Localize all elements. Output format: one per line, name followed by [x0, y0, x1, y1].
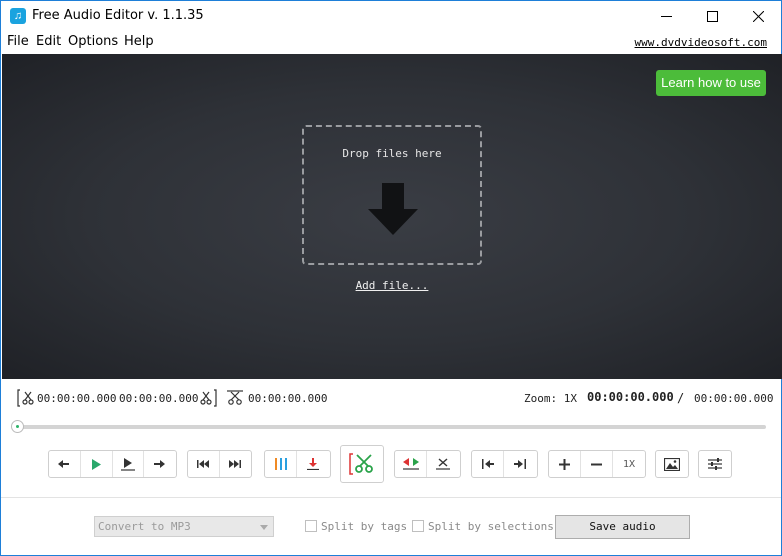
- sliders-icon: [708, 458, 722, 470]
- zoom-group: 1X: [548, 450, 646, 478]
- split-by-tags-checkbox[interactable]: [305, 520, 317, 532]
- edit-group: [394, 450, 461, 478]
- minus-icon: [591, 463, 602, 465]
- add-file-link[interactable]: Add file...: [2, 279, 782, 292]
- current-time: 00:00:00.000: [587, 390, 674, 404]
- insert-icon: [402, 458, 419, 470]
- jump-start-icon: [481, 459, 494, 469]
- plus-icon: [559, 458, 570, 470]
- settings-button[interactable]: [699, 451, 731, 477]
- drop-zone[interactable]: Drop files here: [302, 125, 482, 265]
- menu-edit[interactable]: Edit: [36, 34, 61, 49]
- go-to-start-button[interactable]: [188, 451, 220, 477]
- drop-area[interactable]: Learn how to use Drop files here Add fil…: [2, 54, 782, 379]
- position-slider-track[interactable]: [16, 425, 766, 429]
- total-time: 00:00:00.000: [694, 392, 774, 405]
- cover-art-button[interactable]: [656, 451, 688, 477]
- split-by-selections-label: Split by selections: [428, 520, 554, 533]
- jump-group: [471, 450, 538, 478]
- arrow-left-icon: [58, 460, 70, 468]
- insert-button[interactable]: [395, 451, 427, 477]
- close-button[interactable]: [735, 1, 781, 31]
- split-markers-button[interactable]: [265, 451, 297, 477]
- website-link[interactable]: www.dvdvideosoft.com: [635, 36, 767, 49]
- play-selection-button[interactable]: [113, 451, 145, 477]
- selection-end-icon[interactable]: [199, 389, 217, 407]
- time-row: 00:00:00.000 00:00:00.000 00:00:00.000 Z…: [1, 387, 781, 409]
- markers-icon: [274, 458, 287, 470]
- selection-length-time: 00:00:00.000: [248, 392, 328, 405]
- zoom-in-button[interactable]: [549, 451, 581, 477]
- maximize-button[interactable]: [689, 1, 735, 31]
- menu-help[interactable]: Help: [124, 34, 154, 49]
- down-arrow-icon: [368, 183, 418, 235]
- output-format-value: Convert to MP3: [98, 520, 191, 533]
- add-marker-button[interactable]: [297, 451, 329, 477]
- marker-group: [264, 450, 331, 478]
- selection-start-time[interactable]: 00:00:00.000: [37, 392, 116, 405]
- zoom-label: Zoom: 1X: [524, 392, 577, 405]
- menu-options[interactable]: Options: [68, 34, 118, 49]
- drop-files-label: Drop files here: [342, 147, 442, 160]
- split-by-tags-label: Split by tags: [321, 520, 408, 533]
- marker-down-icon: [307, 458, 319, 470]
- go-to-end-button[interactable]: [220, 451, 251, 477]
- zoom-out-button[interactable]: [581, 451, 613, 477]
- rewind-icon: [197, 460, 210, 468]
- selection-start-icon[interactable]: [17, 389, 35, 407]
- step-forward-button[interactable]: [144, 451, 176, 477]
- menu-bar: File Edit Options Help www.dvdvideosoft.…: [1, 32, 781, 53]
- split-by-selections-checkbox[interactable]: [412, 520, 424, 532]
- cover-art-group: [655, 450, 689, 478]
- app-window: ♫ Free Audio Editor v. 1.1.35 File Edit …: [0, 0, 782, 556]
- play-selection-icon: [120, 458, 135, 471]
- selection-end-time[interactable]: 00:00:00.000: [119, 392, 198, 405]
- zoom-reset-button[interactable]: 1X: [613, 451, 645, 477]
- minimize-button[interactable]: [643, 1, 689, 31]
- cut-button[interactable]: [340, 445, 384, 483]
- jump-end-button[interactable]: [504, 451, 536, 477]
- time-separator: /: [677, 391, 685, 405]
- learn-how-to-use-button[interactable]: Learn how to use: [656, 70, 766, 96]
- play-button[interactable]: [81, 451, 113, 477]
- zoom-reset-label: 1X: [622, 458, 636, 470]
- jump-end-icon: [514, 459, 526, 469]
- fast-forward-icon: [229, 460, 242, 468]
- selection-length-icon: [227, 390, 243, 405]
- save-audio-button[interactable]: Save audio: [555, 515, 690, 539]
- playback-group: [48, 450, 177, 478]
- delete-icon: [436, 458, 450, 470]
- scissors-icon: [349, 453, 373, 475]
- output-format-select[interactable]: Convert to MP3: [94, 516, 274, 537]
- window-title: Free Audio Editor v. 1.1.35: [32, 8, 204, 23]
- step-back-button[interactable]: [49, 451, 81, 477]
- chevron-down-icon: [260, 525, 268, 530]
- play-icon: [92, 458, 102, 470]
- bottom-separator: [1, 497, 781, 498]
- settings-group: [698, 450, 732, 478]
- arrow-right-icon: [154, 460, 166, 468]
- skip-group: [187, 450, 252, 478]
- menu-file[interactable]: File: [7, 34, 29, 49]
- music-note-icon: ♫: [10, 8, 26, 24]
- delete-selection-button[interactable]: [427, 451, 459, 477]
- image-icon: [664, 457, 680, 471]
- title-bar: ♫ Free Audio Editor v. 1.1.35: [1, 1, 781, 32]
- position-slider-handle[interactable]: [11, 420, 24, 433]
- jump-start-button[interactable]: [472, 451, 504, 477]
